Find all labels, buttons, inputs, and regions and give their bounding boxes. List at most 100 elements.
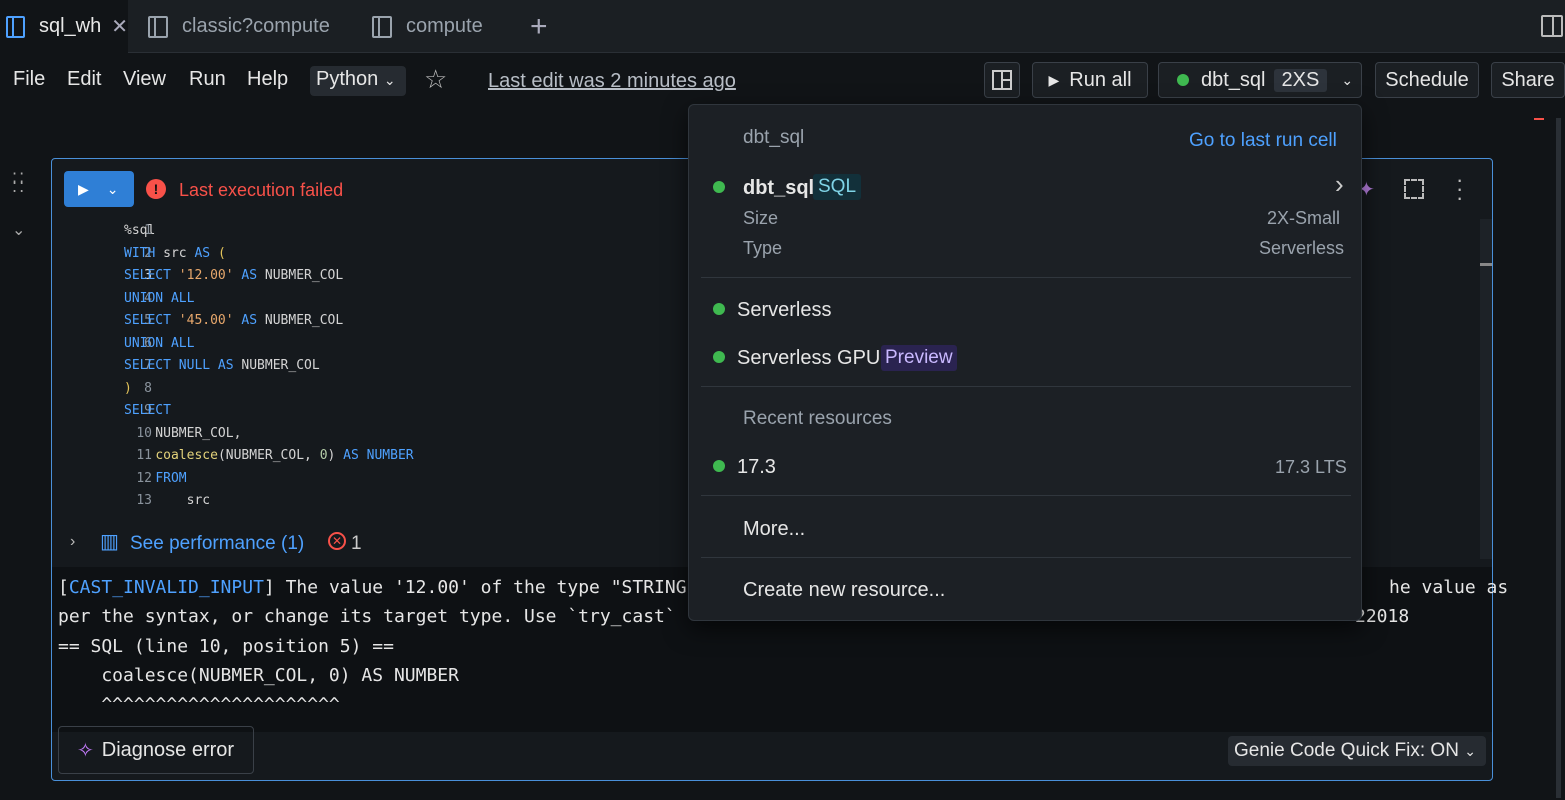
compute-selector[interactable]: dbt_sql 2XS ⌄ — [1158, 62, 1362, 98]
output-line: ^^^^^^^^^^^^^^^^^^^^^^ — [58, 694, 340, 715]
compute-dropdown: dbt_sql Go to last run cell dbt_sql SQL … — [688, 104, 1362, 621]
code-line: SELECT '45.00' AS NUBMER_COL — [124, 313, 344, 328]
expand-icon[interactable] — [1404, 179, 1424, 199]
tab-label: sql_wh — [38, 15, 102, 37]
code-line: SELECT '12.00' AS NUBMER_COL — [124, 268, 344, 283]
tab-sql-wh[interactable]: sql_wh ✕ — [0, 0, 128, 53]
tab-classic-compute[interactable]: classic?compute — [148, 0, 348, 53]
sparkle-icon: ✧ — [77, 739, 94, 762]
see-performance-link[interactable]: See performance (1) — [130, 533, 304, 555]
code-line: coalesce(NUBMER_COL, 0) AS NUMBER — [155, 448, 414, 463]
notebook-icon — [372, 15, 392, 38]
notebook-icon — [6, 15, 25, 38]
code-line: ) — [124, 381, 132, 396]
language-selector[interactable]: Python ⌄ — [310, 66, 406, 96]
share-label: Share — [1501, 68, 1555, 91]
collapse-icon[interactable]: ⌄ — [12, 220, 25, 240]
compute-size: 2XS — [1273, 68, 1328, 92]
status-dot — [1177, 74, 1189, 86]
size-value: 2X-Small — [1267, 208, 1341, 228]
recent-resources-header: Recent resources — [743, 408, 892, 429]
status-dot — [713, 460, 725, 472]
preview-badge: Preview — [881, 345, 957, 371]
schedule-label: Schedule — [1385, 68, 1469, 91]
panel-toggle-icon[interactable] — [1541, 15, 1563, 37]
diagnose-label: Diagnose error — [101, 738, 235, 761]
serverless-gpu-option[interactable]: Serverless GPU — [737, 347, 880, 370]
divider — [701, 277, 1351, 278]
compute-name: dbt_sql — [1201, 68, 1266, 91]
go-to-last-run-cell-link[interactable]: Go to last run cell — [1189, 130, 1337, 152]
status-dot — [713, 181, 725, 193]
share-button[interactable]: Share — [1491, 62, 1565, 98]
code-line: UNION ALL — [124, 291, 195, 306]
notebook-icon — [148, 15, 168, 38]
serverless-option[interactable]: Serverless — [737, 299, 831, 322]
tab-bar: sql_wh ✕ classic?compute compute + — [0, 0, 1565, 53]
code-line: %sql — [124, 223, 156, 238]
code-line: UNION ALL — [124, 336, 195, 351]
code-line: WITH src AS ( — [124, 246, 226, 261]
error-count: 1 — [351, 533, 362, 554]
scroll-marker — [1534, 118, 1544, 120]
sql-badge: SQL — [813, 174, 862, 200]
code-line: NUBMER_COL, — [124, 426, 242, 441]
error-count-icon: ✕ — [328, 532, 346, 550]
chevron-down-icon: ⌄ — [1464, 743, 1476, 759]
code-line: SELECT — [124, 403, 171, 418]
language-label: Python — [316, 68, 379, 90]
editor-scrollbar[interactable] — [1480, 219, 1492, 559]
play-icon: ▶ — [1048, 71, 1060, 88]
divider — [701, 386, 1351, 387]
error-icon: ! — [146, 179, 166, 199]
layout-icon — [992, 70, 1012, 90]
run-cell-button[interactable]: ▶ ⌄ — [64, 171, 134, 207]
output-line: 22018 — [1355, 606, 1410, 627]
add-tab-icon[interactable]: + — [530, 10, 548, 44]
chevron-right-icon[interactable]: › — [70, 533, 75, 551]
star-icon[interactable]: ☆ — [424, 64, 447, 95]
menu-file[interactable]: File — [13, 68, 45, 91]
selected-compute-name[interactable]: dbt_sql — [743, 177, 814, 200]
layout-button[interactable] — [984, 62, 1020, 98]
run-all-button[interactable]: ▶ Run all — [1032, 62, 1148, 98]
genie-quick-fix-toggle[interactable]: Genie Code Quick Fix: ON ⌄ — [1228, 736, 1486, 766]
status-dot — [713, 351, 725, 363]
menu-edit[interactable]: Edit — [67, 68, 101, 91]
menu-help[interactable]: Help — [247, 68, 288, 91]
line-number: 8 — [144, 381, 152, 396]
status-dot — [713, 303, 725, 315]
chevron-right-icon[interactable]: › — [1335, 169, 1344, 200]
drag-handle-icon[interactable]: ⁚⁚ ⁚⁚ — [12, 172, 28, 202]
tab-label: classic?compute — [182, 15, 330, 37]
menu-run[interactable]: Run — [189, 68, 226, 91]
code-line: src — [124, 493, 211, 508]
create-new-resource-option[interactable]: Create new resource... — [743, 579, 945, 602]
dropdown-header: dbt_sql — [743, 127, 805, 148]
size-label: Size — [743, 208, 779, 228]
recent-resource-value: 17.3 LTS — [1275, 457, 1347, 477]
menu-view[interactable]: View — [123, 68, 166, 91]
divider — [701, 495, 1351, 496]
chart-icon: ▥ — [100, 531, 119, 553]
chevron-down-icon: ⌄ — [383, 72, 396, 88]
recent-resource-name[interactable]: 17.3 — [737, 456, 776, 479]
more-option[interactable]: More... — [743, 518, 805, 541]
tab-label: compute — [406, 15, 483, 37]
output-line: == SQL (line 10, position 5) == — [58, 636, 394, 657]
run-all-label: Run all — [1069, 68, 1132, 91]
type-label: Type — [743, 238, 783, 258]
error-code-link[interactable]: CAST_INVALID_INPUT — [69, 577, 264, 598]
chevron-down-icon: ⌄ — [106, 180, 119, 197]
tab-compute[interactable]: compute — [372, 0, 512, 53]
scrollbar[interactable] — [1556, 118, 1561, 798]
code-line: FROM — [155, 471, 187, 486]
diagnose-error-button[interactable]: ✧ Diagnose error — [58, 726, 254, 774]
output-line: per the syntax, or change its target typ… — [58, 606, 676, 627]
output-line: he value as — [1389, 577, 1509, 598]
more-options-icon[interactable]: · · · — [1456, 169, 1463, 209]
divider — [701, 557, 1351, 558]
schedule-button[interactable]: Schedule — [1375, 62, 1479, 98]
last-edit-link[interactable]: Last edit was 2 minutes ago — [488, 70, 736, 93]
close-icon[interactable]: ✕ — [111, 14, 128, 39]
